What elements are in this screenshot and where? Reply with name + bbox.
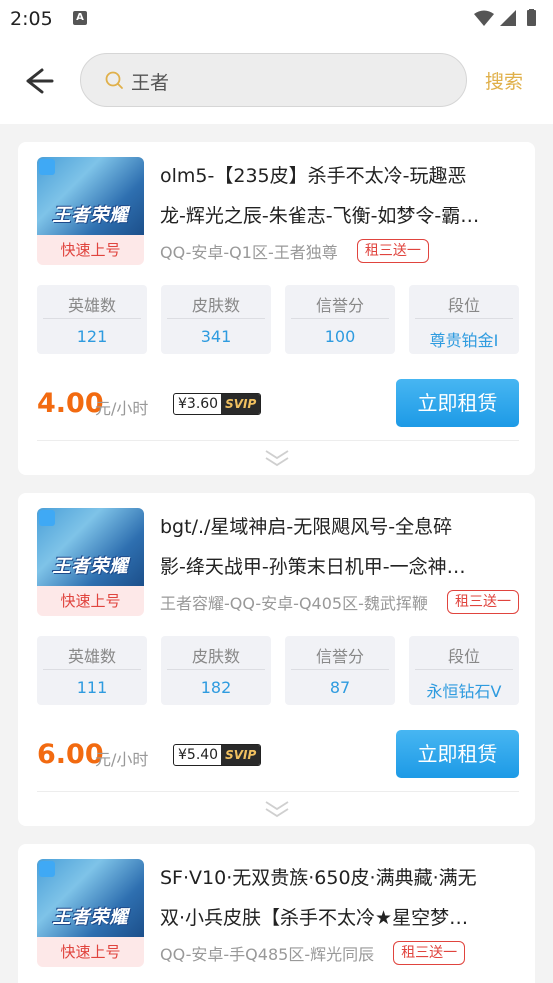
signal-icon — [500, 10, 516, 26]
game-logo: 王者荣耀 — [52, 907, 129, 928]
expand-chevron-icon[interactable] — [263, 448, 291, 468]
stat-skins: 皮肤数 341 — [161, 285, 271, 354]
game-cover[interactable]: 王者荣耀 快速上号 — [37, 157, 144, 265]
stats-row: 英雄数 121 皮肤数 341 信誉分 100 段位 尊贵铂金I — [37, 285, 519, 354]
quick-login-tag: 快速上号 — [37, 235, 144, 265]
server-info: QQ-安卓-Q1区-王者独尊 — [160, 243, 338, 262]
price-unit: 元/小时 — [95, 399, 149, 418]
promo-badge: 租三送一 — [356, 239, 429, 263]
price-row: 4.00 元/小时 ¥3.60 SVIP 立即租赁 — [37, 379, 519, 429]
quick-login-tag: 快速上号 — [37, 586, 144, 616]
listing-meta: 王者容耀-QQ-安卓-Q405区-魏武挥鞭 租三送一 — [160, 590, 519, 616]
qq-icon — [39, 159, 55, 175]
price-unit: 元/小时 — [95, 750, 149, 769]
battery-icon — [527, 10, 536, 26]
listing-meta: QQ-安卓-手Q485区-辉光同辰 租三送一 — [160, 941, 466, 967]
stat-heroes: 英雄数 111 — [37, 636, 147, 705]
stats-row: 英雄数 111 皮肤数 182 信誉分 87 段位 永恒钻石V — [37, 636, 519, 705]
stat-credit: 信誉分 87 — [285, 636, 395, 705]
promo-badge: 租三送一 — [446, 590, 519, 614]
rent-button[interactable]: 立即租赁 — [396, 379, 519, 427]
cover-image: 王者荣耀 — [37, 157, 144, 235]
listing-title[interactable]: olm5-【235皮】杀手不太冷-玩趣恶 龙-辉光之辰-朱雀志-飞衡-如梦令-霸… — [160, 156, 512, 236]
status-bar: 2:05 A — [0, 0, 553, 36]
server-info: QQ-安卓-手Q485区-辉光同辰 — [160, 945, 375, 964]
game-cover[interactable]: 王者荣耀 快速上号 — [37, 859, 144, 967]
search-box[interactable] — [80, 53, 467, 107]
cover-image: 王者荣耀 — [37, 859, 144, 937]
listing-card[interactable]: 王者荣耀 快速上号 SF·V10·无双贵族·650皮·满典藏·满无 双·小兵皮肤… — [18, 844, 535, 983]
arrow-left-icon — [26, 68, 54, 94]
divider — [37, 440, 519, 441]
game-cover[interactable]: 王者荣耀 快速上号 — [37, 508, 144, 616]
search-icon — [105, 71, 123, 89]
listing-card[interactable]: 王者荣耀 快速上号 bgt/./星域神启-无限飓风号-全息碎 影-绛天战甲-孙策… — [18, 493, 535, 826]
divider — [37, 791, 519, 792]
cover-image: 王者荣耀 — [37, 508, 144, 586]
qq-icon — [39, 510, 55, 526]
price: 6.00 — [37, 739, 104, 770]
listing-title[interactable]: SF·V10·无双贵族·650皮·满典藏·满无 双·小兵皮肤【杀手不太冷★星空梦… — [160, 858, 512, 938]
listing-meta: QQ-安卓-Q1区-王者独尊 租三送一 — [160, 239, 429, 265]
stat-heroes: 英雄数 121 — [37, 285, 147, 354]
game-logo: 王者荣耀 — [52, 205, 129, 226]
listing-card[interactable]: 王者荣耀 快速上号 olm5-【235皮】杀手不太冷-玩趣恶 龙-辉光之辰-朱雀… — [18, 142, 535, 475]
search-button[interactable]: 搜索 — [485, 67, 523, 94]
back-button[interactable] — [22, 64, 56, 98]
status-time: 2:05 — [10, 8, 53, 30]
expand-chevron-icon[interactable] — [263, 799, 291, 819]
listing-title[interactable]: bgt/./星域神启-无限飓风号-全息碎 影-绛天战甲-孙策末日机甲-一念神… — [160, 507, 512, 587]
price: 4.00 — [37, 388, 104, 419]
promo-badge: 租三送一 — [393, 941, 466, 965]
stat-rank: 段位 尊贵铂金I — [409, 285, 519, 354]
stat-credit: 信誉分 100 — [285, 285, 395, 354]
search-input[interactable] — [131, 68, 451, 94]
wifi-icon — [474, 10, 494, 26]
stat-rank: 段位 永恒钻石V — [409, 636, 519, 705]
stat-skins: 皮肤数 182 — [161, 636, 271, 705]
svip-price-badge: ¥5.40 SVIP — [173, 744, 262, 766]
quick-login-tag: 快速上号 — [37, 937, 144, 967]
status-icons — [473, 9, 541, 31]
game-logo: 王者荣耀 — [52, 556, 129, 577]
svip-price-badge: ¥3.60 SVIP — [173, 393, 262, 415]
search-header: 搜索 — [0, 36, 553, 124]
rent-button[interactable]: 立即租赁 — [396, 730, 519, 778]
notification-icon: A — [73, 11, 87, 25]
price-row: 6.00 元/小时 ¥5.40 SVIP 立即租赁 — [37, 730, 519, 780]
qq-icon — [39, 861, 55, 877]
server-info: 王者容耀-QQ-安卓-Q405区-魏武挥鞭 — [160, 594, 428, 613]
